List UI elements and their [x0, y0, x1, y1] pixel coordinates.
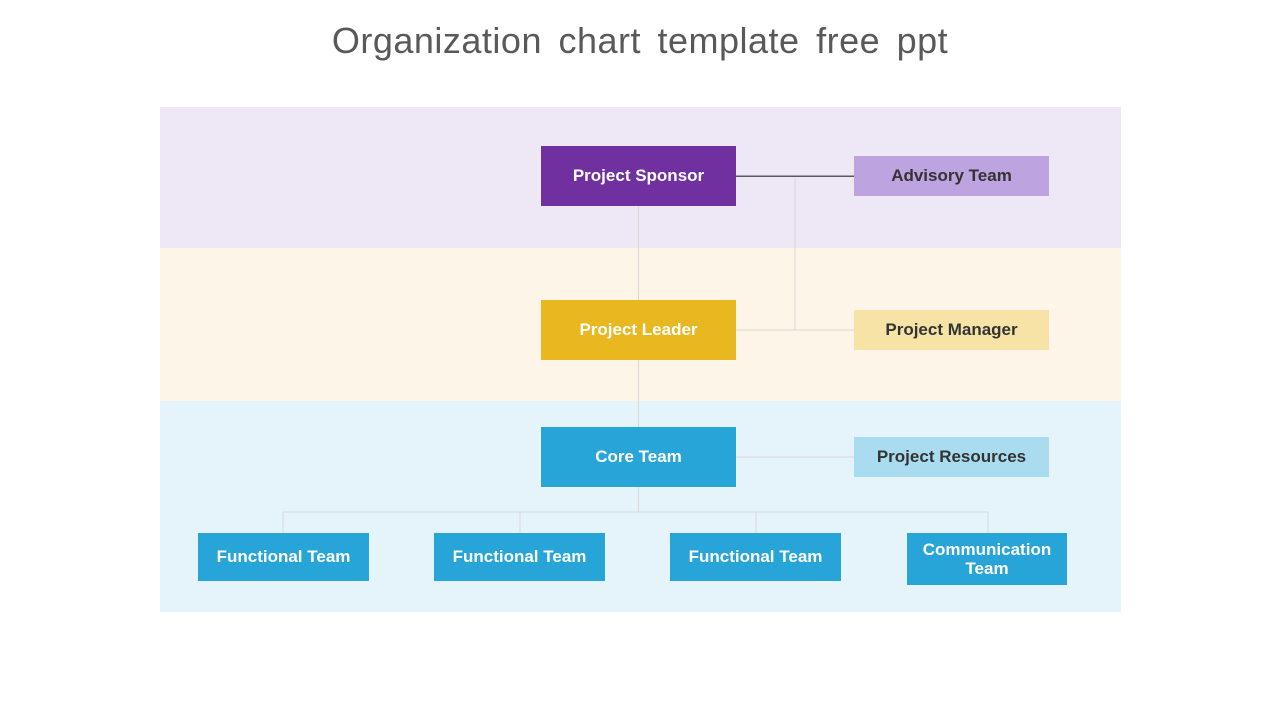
node-functional-team-1[interactable]: Functional Team	[198, 533, 369, 581]
node-functional-team-2[interactable]: Functional Team	[434, 533, 605, 581]
node-communication-team[interactable]: Communication Team	[907, 533, 1067, 585]
node-core-team[interactable]: Core Team	[541, 427, 736, 487]
slide-canvas: Organization chart template free ppt Pro…	[0, 0, 1280, 720]
node-functional-team-3[interactable]: Functional Team	[670, 533, 841, 581]
node-project-manager[interactable]: Project Manager	[854, 310, 1049, 350]
node-project-sponsor[interactable]: Project Sponsor	[541, 146, 736, 206]
page-title: Organization chart template free ppt	[331, 20, 949, 61]
node-project-leader[interactable]: Project Leader	[541, 300, 736, 360]
org-chart: Project Sponsor Advisory Team Project Le…	[160, 107, 1121, 612]
node-advisory-team[interactable]: Advisory Team	[854, 156, 1049, 196]
node-project-resources[interactable]: Project Resources	[854, 437, 1049, 477]
